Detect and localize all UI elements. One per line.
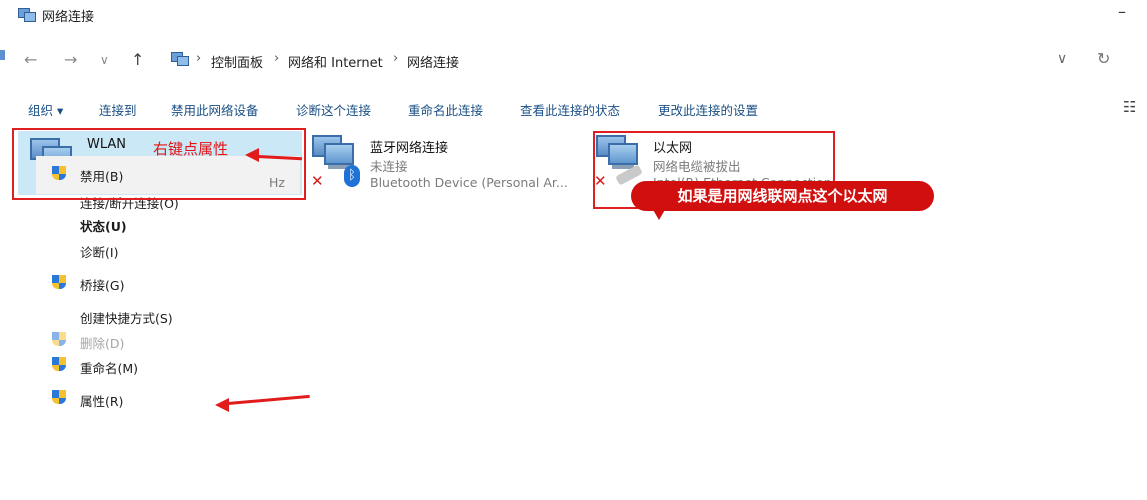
breadcrumb-separator: › bbox=[196, 51, 202, 66]
bluetooth-device: Bluetooth Device (Personal Ar... bbox=[370, 175, 568, 190]
shield-icon bbox=[52, 275, 66, 291]
breadcrumb-separator: › bbox=[274, 51, 280, 66]
menu-item-diagnose[interactable]: 诊断(I) bbox=[80, 242, 118, 261]
command-bar: 组织 ▾ 连接到 禁用此网络设备 诊断这个连接 重命名此连接 查看此连接的状态 … bbox=[0, 92, 1147, 122]
annotation-arrow-head bbox=[215, 398, 229, 412]
breadcrumb-control-panel[interactable]: 控制面板 bbox=[211, 52, 263, 71]
refresh-icon[interactable]: ↻ bbox=[1097, 49, 1110, 68]
organize-menu[interactable]: 组织 ▾ bbox=[28, 100, 63, 119]
menu-item-create-shortcut[interactable]: 创建快捷方式(S) bbox=[80, 308, 173, 327]
breadcrumb-network-internet[interactable]: 网络和 Internet bbox=[288, 52, 383, 71]
menu-item-properties[interactable]: 属性(R) bbox=[80, 391, 123, 410]
network-connections-icon bbox=[18, 8, 36, 22]
navigation-bar: ← → ∨ ↑ › 控制面板 › 网络和 Internet › 网络连接 ∨ ↻ bbox=[0, 44, 1147, 78]
shield-icon bbox=[52, 390, 66, 406]
bubble-tail bbox=[652, 208, 666, 220]
view-options-icon[interactable]: ☷ bbox=[1123, 98, 1136, 116]
menu-item-status[interactable]: 状态(U) bbox=[80, 216, 127, 235]
menu-item-rename[interactable]: 重命名(M) bbox=[80, 358, 138, 377]
disable-device-button[interactable]: 禁用此网络设备 bbox=[171, 100, 259, 119]
rename-button[interactable]: 重命名此连接 bbox=[408, 100, 483, 119]
up-button[interactable]: ↑ bbox=[131, 50, 144, 69]
back-button[interactable]: ← bbox=[24, 50, 37, 69]
change-settings-button[interactable]: 更改此连接的设置 bbox=[658, 100, 758, 119]
connect-to-button[interactable]: 连接到 bbox=[99, 100, 137, 119]
window-title: 网络连接 bbox=[42, 10, 95, 25]
diagnose-button[interactable]: 诊断这个连接 bbox=[296, 100, 371, 119]
shield-icon bbox=[52, 357, 66, 373]
menu-item-delete: 删除(D) bbox=[80, 336, 125, 351]
shield-icon bbox=[52, 332, 66, 348]
recent-locations-button[interactable]: ∨ bbox=[100, 53, 109, 67]
annotation-arrow-head bbox=[245, 148, 259, 162]
breadcrumb-separator: › bbox=[393, 51, 399, 66]
ethernet-hint-bubble: 如果是用网线联网点这个以太网 bbox=[631, 181, 934, 211]
breadcrumb-network-connections[interactable]: 网络连接 bbox=[407, 52, 459, 71]
right-click-hint: 右键点属性 bbox=[153, 140, 229, 158]
red-x-icon: ✕ bbox=[311, 172, 324, 190]
title-bar: 网络连接 – bbox=[0, 0, 1147, 32]
forward-button[interactable]: → bbox=[64, 50, 77, 69]
control-panel-icon bbox=[171, 52, 189, 66]
menu-item-bridge[interactable]: 桥接(G) bbox=[80, 275, 124, 294]
view-status-button[interactable]: 查看此连接的状态 bbox=[520, 100, 620, 119]
bluetooth-name[interactable]: 蓝牙网络连接 bbox=[370, 137, 448, 156]
bluetooth-status: 未连接 bbox=[370, 159, 408, 174]
minimize-button[interactable]: – bbox=[1118, 2, 1126, 21]
bluetooth-icon: ᛒ bbox=[344, 165, 360, 187]
address-history-button[interactable]: ∨ bbox=[1057, 51, 1067, 67]
